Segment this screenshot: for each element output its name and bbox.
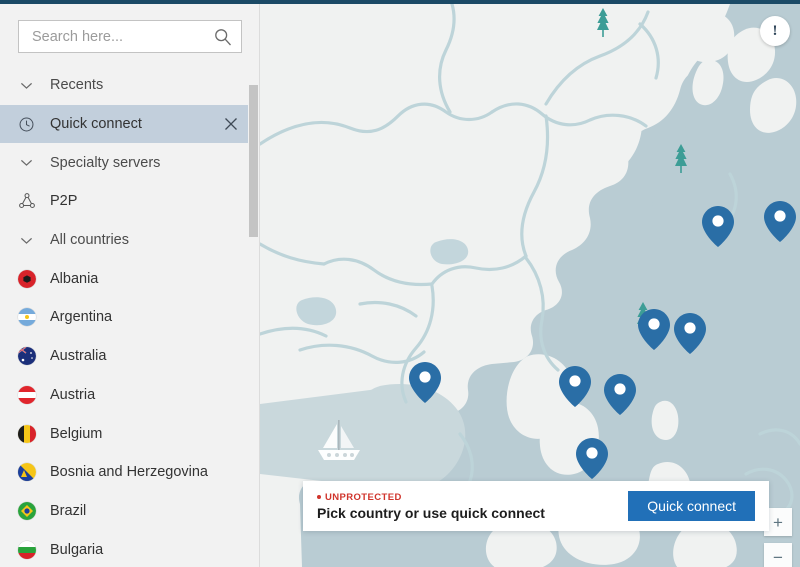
sidebar-item-label: Bulgaria bbox=[50, 541, 104, 558]
sidebar-item-argentina[interactable]: Argentina bbox=[0, 298, 259, 337]
sidebar-scrollbar-thumb[interactable] bbox=[249, 85, 258, 237]
sidebar-item-label: Recents bbox=[50, 77, 104, 94]
tree-icon bbox=[597, 8, 609, 37]
search-input[interactable] bbox=[30, 21, 214, 54]
sidebar-item-p2p[interactable]: P2P bbox=[0, 182, 259, 221]
map-pin[interactable] bbox=[558, 364, 592, 408]
sidebar-item-belgium[interactable]: Belgium bbox=[0, 414, 259, 453]
sidebar-item-label: P2P bbox=[50, 193, 78, 210]
flag-argentina bbox=[18, 308, 46, 327]
status-text-group: UNPROTECTED Pick country or use quick co… bbox=[303, 492, 628, 521]
sidebar-nav-list: Recents Quick connect Specialty servers P2P… bbox=[0, 66, 259, 567]
map-pin[interactable] bbox=[637, 307, 671, 351]
flag-albania bbox=[18, 269, 46, 288]
sidebar-item-recents[interactable]: Recents bbox=[0, 66, 259, 105]
flag-brazil bbox=[18, 501, 46, 520]
sidebar-item-bulgaria[interactable]: Bulgaria bbox=[0, 530, 259, 567]
sidebar-item-label: Austria bbox=[50, 386, 96, 403]
sidebar-item-all-countries[interactable]: All countries bbox=[0, 221, 259, 260]
chevron-down-icon bbox=[18, 232, 46, 249]
sidebar-item-label: Belgium bbox=[50, 425, 103, 442]
map-pin[interactable] bbox=[763, 199, 797, 243]
sidebar-item-label: Argentina bbox=[50, 309, 113, 326]
map-pin[interactable] bbox=[701, 204, 735, 248]
quick-connect-button[interactable]: Quick connect bbox=[628, 491, 755, 521]
sidebar-item-label: Specialty servers bbox=[50, 154, 161, 171]
flag-bosnia bbox=[18, 463, 46, 482]
status-headline: Pick country or use quick connect bbox=[317, 504, 545, 521]
clock-icon bbox=[18, 116, 46, 133]
search-container bbox=[18, 20, 242, 54]
flag-bulgaria bbox=[18, 540, 46, 559]
flag-belgium bbox=[18, 424, 46, 443]
chevron-down-icon bbox=[18, 77, 46, 94]
flag-australia bbox=[18, 347, 46, 366]
search-icon[interactable] bbox=[213, 27, 233, 47]
sidebar-item-label: Quick connect bbox=[50, 116, 142, 133]
sidebar-item-specialty-servers[interactable]: Specialty servers bbox=[0, 143, 259, 182]
sidebar-item-label: Australia bbox=[50, 348, 107, 365]
sidebar-item-albania[interactable]: Albania bbox=[0, 259, 259, 298]
sidebar-item-australia[interactable]: Australia bbox=[0, 337, 259, 376]
map-pin[interactable] bbox=[575, 436, 609, 480]
info-icon[interactable]: ! bbox=[760, 16, 790, 46]
sailboat-icon bbox=[318, 420, 360, 460]
sidebar-item-austria[interactable]: Austria bbox=[0, 376, 259, 415]
sidebar: Recents Quick connect Specialty servers P2P… bbox=[0, 4, 260, 567]
connection-status-panel: UNPROTECTED Pick country or use quick co… bbox=[303, 481, 769, 531]
sidebar-item-label: Bosnia and Herzegovina bbox=[50, 464, 208, 481]
sidebar-item-label: Albania bbox=[50, 270, 99, 287]
tree-icon bbox=[675, 144, 687, 173]
vpn-app-window: Recents Quick connect Specialty servers P2P… bbox=[0, 0, 800, 567]
map-pin[interactable] bbox=[408, 360, 442, 404]
sidebar-item-label: All countries bbox=[50, 232, 129, 249]
p2p-icon bbox=[18, 192, 46, 210]
map-pin[interactable] bbox=[673, 311, 707, 355]
sidebar-item-brazil[interactable]: Brazil bbox=[0, 492, 259, 531]
sidebar-scrollbar-track[interactable] bbox=[248, 4, 259, 567]
status-badge: UNPROTECTED bbox=[317, 492, 628, 503]
map-pin[interactable] bbox=[603, 372, 637, 416]
flag-austria bbox=[18, 385, 46, 404]
close-icon[interactable] bbox=[223, 116, 239, 132]
sidebar-item-quick-connect[interactable]: Quick connect bbox=[0, 104, 259, 144]
sidebar-item-bosnia-and-herzegovina[interactable]: Bosnia and Herzegovina bbox=[0, 453, 259, 492]
status-dot-icon bbox=[317, 495, 321, 499]
status-badge-label: UNPROTECTED bbox=[325, 491, 402, 503]
search-box[interactable] bbox=[18, 20, 242, 54]
zoom-out-button[interactable]: − bbox=[764, 543, 792, 567]
sidebar-item-label: Brazil bbox=[50, 502, 87, 519]
chevron-down-icon bbox=[18, 154, 46, 171]
